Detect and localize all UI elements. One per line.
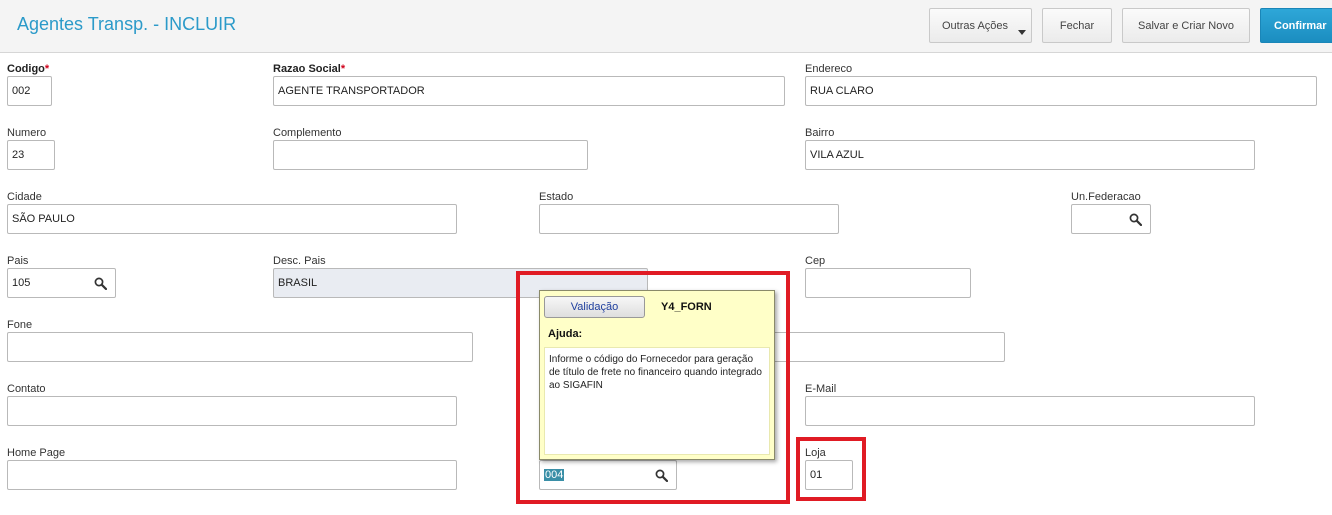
fechar-button[interactable]: Fechar: [1042, 8, 1112, 43]
endereco-field[interactable]: RUA CLARO: [805, 76, 1317, 106]
estado-label: Estado: [539, 191, 574, 203]
search-icon[interactable]: [1129, 213, 1142, 226]
cidade-label: Cidade: [7, 191, 42, 203]
contato-label: Contato: [7, 383, 46, 395]
desc-pais-label: Desc. Pais: [273, 255, 326, 267]
pais-value: 105: [12, 277, 31, 289]
complemento-field[interactable]: [273, 140, 588, 170]
page-header: Agentes Transp. - INCLUIR Outras Ações F…: [0, 0, 1332, 53]
estado-field[interactable]: [539, 204, 839, 234]
endereco-value: RUA CLARO: [810, 85, 874, 97]
fone-field[interactable]: [7, 332, 473, 362]
razao-social-field[interactable]: AGENTE TRANSPORTADOR: [273, 76, 785, 106]
home-page-label: Home Page: [7, 447, 66, 459]
page-title: Agentes Transp. - INCLUIR: [17, 14, 237, 34]
pais-field[interactable]: 105: [7, 268, 116, 298]
un-federacao-label: Un.Federacao: [1071, 191, 1141, 203]
fone-label: Fone: [7, 319, 33, 331]
contato-field[interactable]: [7, 396, 457, 426]
salvar-criar-novo-button[interactable]: Salvar e Criar Novo: [1122, 8, 1250, 43]
caret-down-icon: [1018, 30, 1026, 35]
cidade-field[interactable]: SÃO PAULO: [7, 204, 457, 234]
confirmar-button[interactable]: Confirmar: [1260, 8, 1332, 43]
razao-social-label-text: Razao Social: [273, 63, 341, 75]
highlight-box-loja: [796, 437, 866, 501]
un-federacao-field[interactable]: [1071, 204, 1151, 234]
numero-field[interactable]: 23: [7, 140, 55, 170]
cidade-value: SÃO PAULO: [12, 213, 75, 225]
codigo-label: Codigo*: [7, 63, 49, 75]
razao-social-label: Razao Social*: [273, 63, 345, 75]
numero-label: Numero: [7, 127, 47, 139]
required-mark: *: [340, 63, 346, 75]
required-mark: *: [44, 63, 50, 75]
bairro-value: VILA AZUL: [810, 149, 864, 161]
complemento-label: Complemento: [273, 127, 342, 139]
search-icon[interactable]: [94, 277, 107, 290]
outras-acoes-label: Outras Ações: [942, 19, 1009, 32]
razao-social-value: AGENTE TRANSPORTADOR: [278, 85, 425, 97]
outras-acoes-button[interactable]: Outras Ações: [929, 8, 1032, 43]
bairro-field[interactable]: VILA AZUL: [805, 140, 1255, 170]
endereco-label: Endereco: [805, 63, 853, 75]
bairro-label: Bairro: [805, 127, 835, 139]
email-label: E-Mail: [805, 383, 837, 395]
cep-field[interactable]: [805, 268, 971, 298]
numero-value: 23: [12, 149, 25, 161]
desc-pais-value: BRASIL: [278, 277, 318, 289]
codigo-field[interactable]: 002: [7, 76, 52, 106]
pais-label: Pais: [7, 255, 29, 267]
home-page-field[interactable]: [7, 460, 457, 490]
codigo-value: 002: [12, 85, 31, 97]
highlight-box-fornecedor: [516, 271, 790, 504]
codigo-label-text: Codigo: [7, 63, 45, 75]
email-field[interactable]: [805, 396, 1255, 426]
cep-label: Cep: [805, 255, 826, 267]
